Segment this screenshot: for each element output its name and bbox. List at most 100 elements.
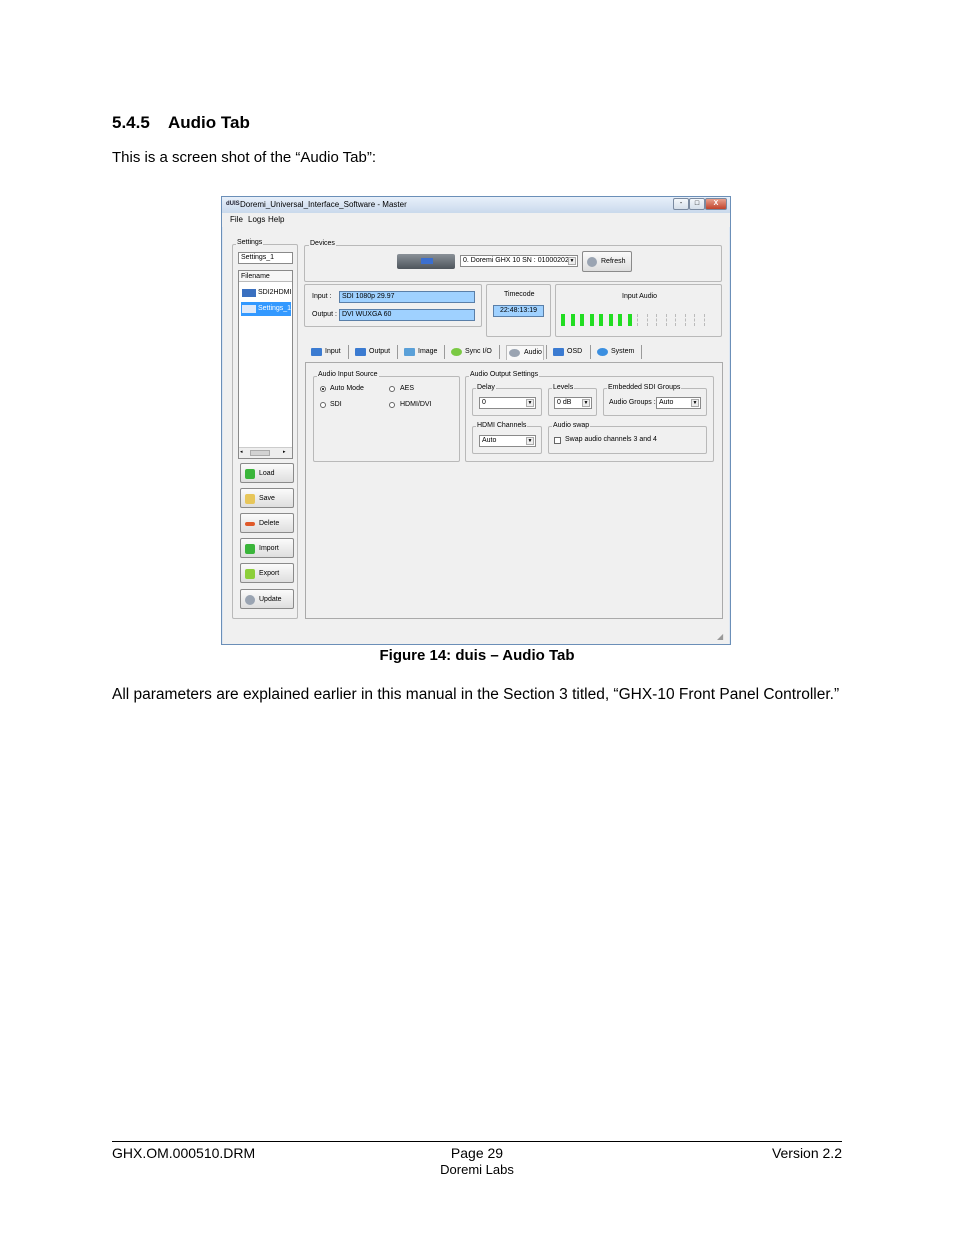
resize-grip-icon[interactable]: ◢ [717,632,727,642]
audio-meter-bar [618,314,622,326]
radio-aes[interactable] [389,386,395,392]
save-button[interactable]: Save [240,488,294,508]
menu-logs[interactable]: Logs [248,215,265,224]
file-icon [242,305,256,313]
audio-meter-bar [627,314,632,326]
chevron-down-icon: ▼ [526,437,534,445]
export-button[interactable]: Export [240,563,294,583]
tab-sync-label: Sync I/O [465,348,492,355]
sdi-label: SDI [330,401,342,408]
app-logo-icon: dUIS [226,201,240,207]
output-label: Output : [312,311,337,318]
radio-sdi[interactable] [320,402,326,408]
audio-meter-bar [675,314,679,326]
footer-divider [112,1141,842,1142]
audio-icon [509,349,520,357]
levels-select[interactable]: 0 dB ▼ [554,397,592,409]
settings-label: Settings [236,239,264,246]
hdmi-channels-label: HDMI Channels [476,422,528,429]
radio-hdmi-dvi[interactable] [389,402,395,408]
tab-audio[interactable]: Audio [506,345,544,360]
list-item-selected[interactable]: Settings_1 [241,302,291,316]
update-button[interactable]: Update [240,589,294,609]
chevron-down-icon: ▼ [526,399,534,407]
delete-icon [245,522,255,526]
input-icon [311,348,322,356]
scroll-thumb[interactable] [250,450,270,456]
tab-separator [590,345,591,359]
tab-osd[interactable]: OSD [553,345,588,360]
horizontal-scrollbar[interactable]: ◂ ▸ [239,447,292,458]
menu-bar: File Logs Help [222,213,730,227]
tab-input[interactable]: Input [311,345,346,360]
swap-checkbox-label: Swap audio channels 3 and 4 [565,436,657,443]
update-label: Update [259,596,282,603]
delete-button[interactable]: Delete [240,513,294,533]
tab-system[interactable]: System [597,345,639,360]
list-header: Filename [239,271,292,282]
refresh-button[interactable]: Refresh [582,251,632,272]
audio-groups-value: Auto [659,399,674,406]
menu-help[interactable]: Help [268,215,284,224]
audio-meter-bar [561,314,565,326]
tab-output[interactable]: Output [355,345,395,360]
input-field: SDI 1080p 29.97 [339,291,475,303]
maximize-button[interactable]: □ [689,198,705,210]
output-field: DVI WUXGA 60 [339,309,475,321]
close-button[interactable]: X [705,198,727,210]
audio-swap-label: Audio swap [552,422,591,429]
settings-list[interactable]: Filename SDI2HDMI Settings_1 ◂ ▸ [238,270,293,459]
hdmi-dvi-label: HDMI/DVI [400,401,432,408]
load-button[interactable]: Load [240,463,294,483]
section-heading: 5.4.5 Audio Tab [112,113,250,133]
levels-value: 0 dB [557,399,572,406]
timecode-label: Timecode [504,291,535,298]
delay-label: Delay [476,384,496,391]
settings-name-field[interactable]: Settings_1 [238,252,293,264]
hdmi-channels-select[interactable]: Auto ▼ [479,435,536,447]
tab-audio-label: Audio [524,349,542,356]
delay-select[interactable]: 0 ▼ [479,397,536,409]
hdmi-channels-value: Auto [482,437,497,444]
import-label: Import [259,545,279,552]
swap-checkbox[interactable] [554,437,561,444]
embedded-sdi-label: Embedded SDI Groups [607,384,682,391]
menu-file[interactable]: File [230,215,243,224]
input-label: Input : [312,293,332,300]
audio-meter-bar [694,314,698,326]
levels-label: Levels [552,384,575,391]
sync-icon [451,348,462,356]
audio-meter-bar [665,314,670,326]
tab-separator [641,345,642,359]
save-icon [245,494,255,504]
tab-strip: Input Output Image Sync I/O Audio OSD Sy… [310,345,715,362]
tab-sync-io[interactable]: Sync I/O [451,345,497,360]
radio-auto-mode[interactable] [320,386,326,392]
import-icon [245,544,255,554]
audio-meter-bar [589,314,594,326]
audio-groups-label: Audio Groups : [609,399,656,406]
app-window: dUIS Doremi_Universal_Interface_Software… [221,196,731,645]
tab-image[interactable]: Image [404,345,442,360]
list-header-label: Filename [241,273,270,280]
audio-meter-bar [637,314,641,326]
scroll-right-icon[interactable]: ▸ [283,449,290,456]
body-paragraph: All parameters are explained earlier in … [112,686,840,703]
footer-version: Version 2.2 [771,1145,842,1161]
import-button[interactable]: Import [240,538,294,558]
chevron-down-icon: ▼ [568,257,576,265]
audio-groups-select[interactable]: Auto ▼ [656,397,701,409]
device-select[interactable]: 0. Doremi GHX 10 SN : 01000202 ▼ [460,255,578,267]
delete-label: Delete [259,520,280,527]
scroll-left-icon[interactable]: ◂ [240,449,247,456]
export-label: Export [259,570,280,577]
osd-icon [553,348,564,356]
input-audio-group [555,284,722,337]
title-bar: dUIS Doremi_Universal_Interface_Software… [222,197,730,213]
minimize-button[interactable]: - [673,198,689,210]
figure-caption: Figure 14: duis – Audio Tab [379,647,575,664]
tab-osd-label: OSD [567,348,583,355]
tab-system-label: System [611,348,635,355]
export-icon [245,569,255,579]
list-item[interactable]: SDI2HDMI [241,287,291,299]
